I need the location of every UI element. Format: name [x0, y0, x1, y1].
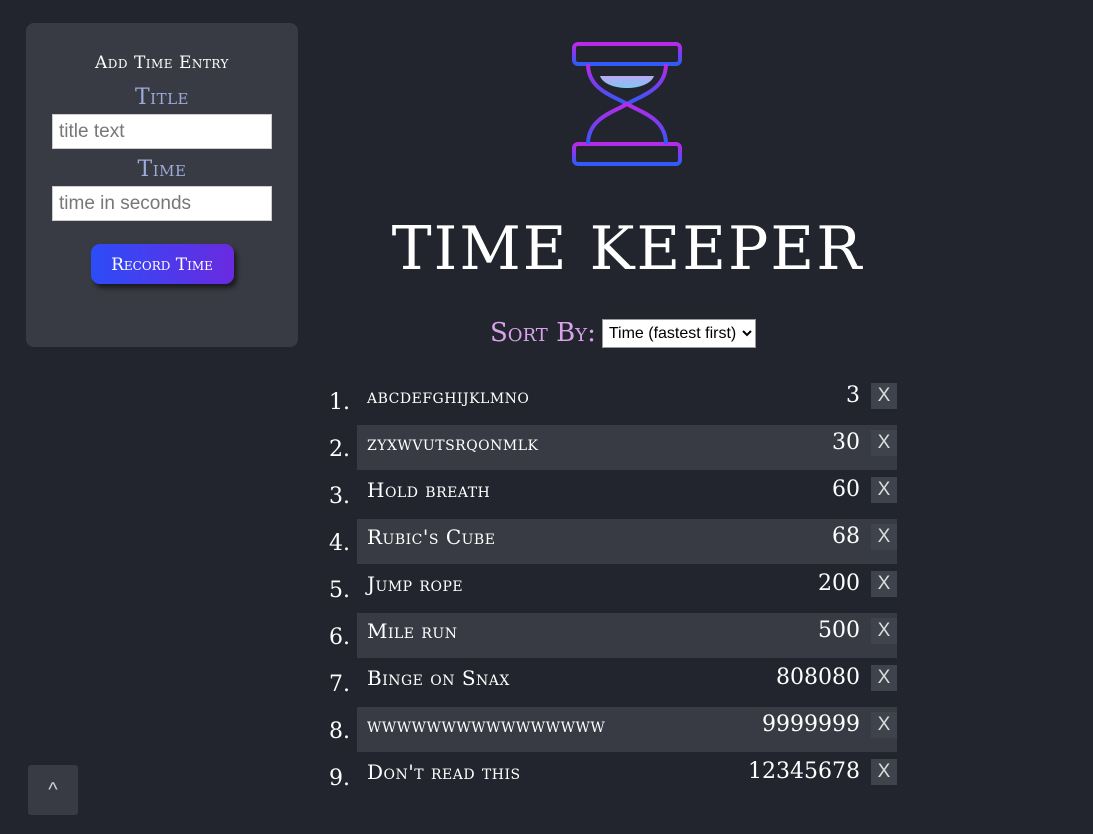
entry-time: 9999999	[762, 712, 860, 737]
entry-time: 3	[846, 383, 860, 408]
scroll-top-button[interactable]: ^	[28, 765, 78, 815]
delete-button[interactable]: X	[871, 665, 897, 691]
delete-button[interactable]: X	[871, 618, 897, 644]
entry-title: Binge on Snax	[367, 666, 510, 690]
row-number: 4.	[329, 531, 350, 556]
delete-button[interactable]: X	[871, 477, 897, 503]
list-item: 4. Rubic's Cube 68 X	[300, 517, 900, 564]
delete-button[interactable]: X	[871, 524, 897, 550]
time-entry-list: 1. abcdefghijklmno 3 X 2. zyxwvutsrqonml…	[300, 376, 900, 799]
list-item: 1. abcdefghijklmno 3 X	[300, 376, 900, 423]
entry-title: Jump rope	[367, 572, 464, 596]
time-label: Time	[137, 157, 187, 182]
list-item: 8. wwwwwwwwwwwwwwww 9999999 X	[300, 705, 900, 752]
row-number: 9.	[329, 766, 350, 791]
row-number: 7.	[329, 672, 350, 697]
hourglass-icon	[572, 42, 682, 166]
entry-time: 12345678	[748, 759, 860, 784]
delete-button[interactable]: X	[871, 383, 897, 409]
add-entry-panel: Add Time Entry Title Time Record Time	[26, 23, 298, 347]
entry-time: 808080	[776, 665, 860, 690]
delete-button[interactable]: X	[871, 430, 897, 456]
row-number: 5.	[329, 578, 350, 603]
entry-time: 30	[832, 430, 860, 455]
entry-title: zyxwvutsrqonmlk	[367, 431, 539, 455]
sort-select[interactable]: Time (fastest first)	[601, 318, 756, 348]
time-input[interactable]	[52, 186, 272, 221]
list-item: 2. zyxwvutsrqonmlk 30 X	[300, 423, 900, 470]
delete-button[interactable]: X	[871, 571, 897, 597]
entry-title: wwwwwwwwwwwwwwww	[367, 713, 606, 737]
entry-title: Hold breath	[367, 478, 491, 502]
entry-title: abcdefghijklmno	[367, 384, 530, 408]
sort-control: Sort By: Time (fastest first)	[490, 318, 756, 348]
entry-title: Don't read this	[367, 760, 521, 784]
list-item: 3. Hold breath 60 X	[300, 470, 900, 517]
entry-title: Rubic's Cube	[367, 525, 496, 549]
panel-heading: Add Time Entry	[95, 53, 229, 73]
list-item: 5. Jump rope 200 X	[300, 564, 900, 611]
row-number: 8.	[329, 719, 350, 744]
list-item: 6. Mile run 500 X	[300, 611, 900, 658]
row-number: 6.	[329, 625, 350, 650]
title-label: Title	[134, 85, 189, 110]
list-item: 9. Don't read this 12345678 X	[300, 752, 900, 799]
list-item: 7. Binge on Snax 808080 X	[300, 658, 900, 705]
entry-time: 60	[832, 477, 860, 502]
delete-button[interactable]: X	[871, 759, 897, 785]
record-time-button[interactable]: Record Time	[90, 244, 234, 284]
row-number: 2.	[329, 437, 350, 462]
entry-time: 200	[818, 571, 860, 596]
row-number: 1.	[329, 390, 350, 415]
title-input[interactable]	[52, 114, 272, 149]
sort-label: Sort By:	[490, 318, 596, 348]
row-number: 3.	[329, 484, 350, 509]
entry-time: 68	[832, 524, 860, 549]
entry-title: Mile run	[367, 619, 458, 643]
delete-button[interactable]: X	[871, 712, 897, 738]
page-title: TIME KEEPER	[391, 214, 864, 284]
entry-time: 500	[818, 618, 860, 643]
